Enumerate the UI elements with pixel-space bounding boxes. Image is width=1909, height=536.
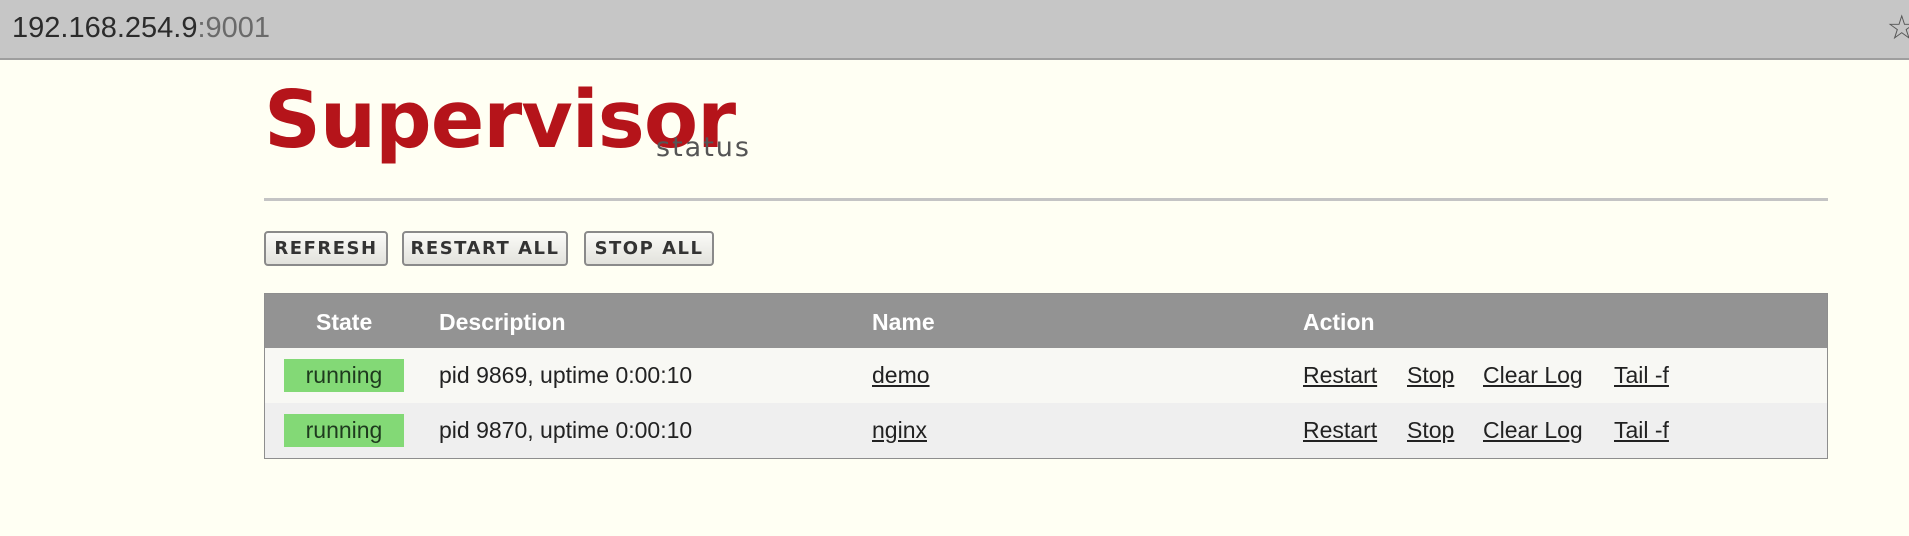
process-description: pid 9869, uptime 0:00:10 (439, 362, 693, 388)
header-divider (264, 198, 1828, 201)
url-port: :9001 (197, 12, 271, 44)
stop-link[interactable]: Stop (1407, 362, 1454, 389)
tail-log-link[interactable]: Tail -f (1614, 362, 1669, 389)
table-row: running pid 9870, uptime 0:00:10 nginx R… (265, 403, 1827, 458)
tail-log-link[interactable]: Tail -f (1614, 417, 1669, 444)
restart-all-button[interactable]: RESTART ALL (402, 231, 568, 266)
address-bar[interactable]: 192.168.254.9:9001 ☆ (0, 0, 1909, 60)
stop-link[interactable]: Stop (1407, 417, 1454, 444)
page-top-strip (0, 60, 1909, 68)
supervisor-logo: Supervisor status (264, 74, 784, 180)
restart-link[interactable]: Restart (1303, 362, 1377, 389)
process-table: State Description Name Action running pi… (264, 293, 1828, 459)
restart-link[interactable]: Restart (1303, 417, 1377, 444)
stop-all-button[interactable]: STOP ALL (584, 231, 714, 266)
table-row: running pid 9869, uptime 0:00:10 demo Re… (265, 348, 1827, 403)
column-header-action: Action (1303, 309, 1375, 335)
process-description: pid 9870, uptime 0:00:10 (439, 417, 693, 443)
clear-log-link[interactable]: Clear Log (1483, 417, 1583, 444)
star-icon[interactable]: ☆ (1887, 8, 1909, 48)
process-name-link[interactable]: demo (872, 362, 930, 389)
clear-log-link[interactable]: Clear Log (1483, 362, 1583, 389)
process-name-link[interactable]: nginx (872, 417, 927, 444)
url-text[interactable]: 192.168.254.9:9001 (12, 12, 270, 45)
status-badge: running (284, 359, 404, 392)
column-header-description: Description (439, 309, 566, 335)
logo-subtitle: status (656, 132, 751, 163)
status-badge: running (284, 414, 404, 447)
column-header-state: State (316, 309, 373, 335)
table-header: State Description Name Action (265, 294, 1827, 348)
column-header-name: Name (872, 309, 935, 335)
url-host: 192.168.254.9 (12, 12, 198, 44)
refresh-button[interactable]: REFRESH (264, 231, 388, 266)
